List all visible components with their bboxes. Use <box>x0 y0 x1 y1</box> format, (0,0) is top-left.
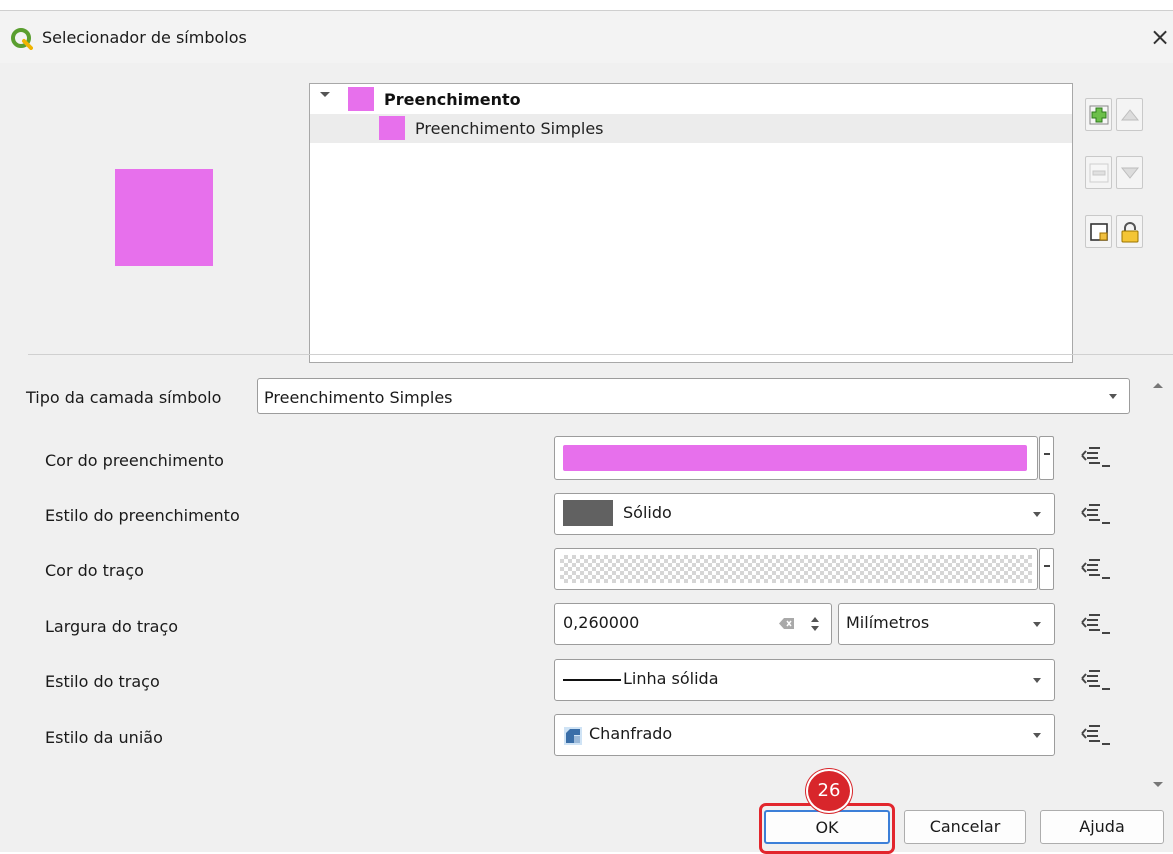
fill-swatch <box>348 87 374 111</box>
step-badge: 26 <box>806 769 852 813</box>
layer-type-select[interactable]: Preenchimento Simples <box>257 378 1130 414</box>
clear-input-icon[interactable] <box>779 617 795 630</box>
remove-layer-button[interactable] <box>1085 156 1112 189</box>
stroke-color-button[interactable] <box>554 548 1038 590</box>
join-style-label: Estilo da união <box>45 728 163 747</box>
join-style-value: Chanfrado <box>589 724 673 743</box>
data-defined-override-icon[interactable] <box>1080 723 1112 749</box>
transparent-color-swatch <box>560 555 1032 583</box>
duplicate-layer-icon <box>1090 223 1108 241</box>
move-down-button[interactable] <box>1116 156 1143 189</box>
symbol-layer-properties: Tipo da camada símbolo Preenchimento Sim… <box>0 363 1148 773</box>
scroll-up-arrow-icon[interactable] <box>1153 383 1163 388</box>
fill-color-menu-button[interactable] <box>1039 436 1054 480</box>
chevron-down-icon <box>1033 733 1041 738</box>
chevron-down-icon <box>1033 622 1041 627</box>
stroke-style-value: Linha sólida <box>623 669 719 688</box>
remove-layer-icon <box>1089 163 1109 183</box>
layer-type-value: Preenchimento Simples <box>264 388 453 407</box>
stroke-width-unit-select[interactable]: Milímetros <box>838 603 1055 645</box>
solid-line-icon <box>563 679 621 681</box>
tree-item-label: Preenchimento <box>384 90 521 109</box>
lock-layer-button[interactable] <box>1116 215 1143 248</box>
cropped-caption <box>0 0 1173 10</box>
chevron-down-icon <box>1033 678 1041 683</box>
add-layer-icon <box>1089 105 1109 125</box>
window-title: Selecionador de símbolos <box>42 28 247 47</box>
join-style-select[interactable]: Chanfrado <box>554 714 1055 756</box>
tree-item-label: Preenchimento Simples <box>415 119 604 138</box>
symbol-preview <box>115 169 213 266</box>
stroke-width-value: 0,260000 <box>563 613 640 632</box>
fill-color-button[interactable] <box>554 436 1038 480</box>
fill-color-label: Cor do preenchimento <box>45 451 224 470</box>
spinner-icon[interactable] <box>809 613 821 635</box>
chevron-down-icon <box>1109 394 1117 399</box>
fill-color-swatch <box>563 445 1027 471</box>
lock-icon <box>1121 222 1139 243</box>
stroke-color-menu-button[interactable] <box>1039 548 1054 590</box>
chevron-down-icon <box>1033 512 1041 517</box>
tree-item-preenchimento-simples[interactable]: Preenchimento Simples <box>310 114 1072 143</box>
data-defined-override-icon[interactable] <box>1080 502 1112 528</box>
stroke-style-label: Estilo do traço <box>45 672 160 691</box>
stroke-width-input[interactable]: 0,260000 <box>554 603 832 645</box>
move-up-button[interactable] <box>1116 98 1143 131</box>
move-up-icon <box>1120 109 1140 121</box>
duplicate-layer-button[interactable] <box>1085 215 1112 248</box>
fill-style-swatch <box>563 500 613 526</box>
stroke-width-label: Largura do traço <box>45 617 179 636</box>
data-defined-override-icon[interactable] <box>1080 445 1112 471</box>
bevel-join-icon <box>564 727 582 745</box>
expand-arrow-icon[interactable] <box>320 92 330 97</box>
stroke-width-unit-value: Milímetros <box>846 613 930 632</box>
splitter[interactable] <box>28 354 1173 355</box>
move-down-icon <box>1120 167 1140 179</box>
close-button[interactable]: × <box>1148 23 1172 51</box>
fill-style-value: Sólido <box>623 503 672 522</box>
fill-style-label: Estilo do preenchimento <box>45 506 240 525</box>
add-layer-button[interactable] <box>1085 98 1112 131</box>
help-button[interactable]: Ajuda <box>1040 810 1164 844</box>
symbol-selector-dialog: Selecionador de símbolos × Preenchimento… <box>0 10 1173 854</box>
data-defined-override-icon[interactable] <box>1080 557 1112 583</box>
fill-style-select[interactable]: Sólido <box>554 493 1055 535</box>
qgis-logo-icon <box>11 28 33 50</box>
stroke-color-label: Cor do traço <box>45 561 144 580</box>
cancel-button[interactable]: Cancelar <box>904 810 1026 844</box>
properties-scrollbar[interactable] <box>1148 363 1170 803</box>
fill-swatch <box>379 116 405 140</box>
scroll-down-arrow-icon[interactable] <box>1153 782 1163 787</box>
stroke-style-select[interactable]: Linha sólida <box>554 659 1055 701</box>
tree-item-preenchimento[interactable]: Preenchimento <box>310 84 1072 114</box>
data-defined-override-icon[interactable] <box>1080 668 1112 694</box>
symbol-layer-tree[interactable]: Preenchimento Preenchimento Simples <box>309 83 1073 363</box>
title-bar: Selecionador de símbolos × <box>0 11 1173 63</box>
layer-type-label: Tipo da camada símbolo <box>26 388 222 407</box>
data-defined-override-icon[interactable] <box>1080 612 1112 638</box>
